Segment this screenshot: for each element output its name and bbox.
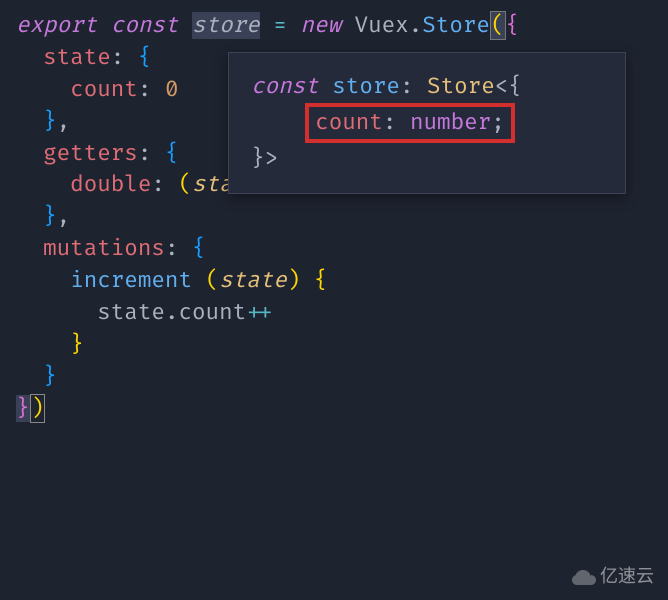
colon: : [151,171,165,198]
tt-keyword-const: const [251,73,319,100]
intellisense-tooltip: const store: Store<{ count: number; }> [228,52,626,194]
code-line-7: }, [16,201,652,233]
comma: , [57,203,71,230]
prop-getters: getters [43,140,138,167]
brace-close: } [43,363,57,390]
paren-open: ( [178,171,192,198]
highlighted-type-annotation: count: number; [305,103,515,143]
brace-open: { [314,267,328,294]
prop-count: count [70,76,138,103]
brace-open: { [165,140,179,167]
comma: , [57,108,71,135]
number-literal: 0 [165,76,179,103]
code-line-11: } [16,329,652,361]
brace-close: } [70,331,84,358]
tt-brace-open: { [508,73,522,100]
paren-close-matched: ) [30,394,46,423]
operator-eq: = [273,12,287,39]
brace-open: { [138,44,152,71]
dot: . [409,12,423,39]
tt-angle-close: > [265,145,279,172]
prop-state: state [43,44,111,71]
variable-store: store [192,12,260,39]
code-line-10: state.count++ [16,297,652,329]
colon: : [138,76,152,103]
tt-type-store: Store [427,73,495,100]
code-line-1: export const store = new Vuex.Store({ [16,10,652,42]
tooltip-line-3: }> [251,143,603,175]
param-state: state [219,267,287,294]
operator-inc: ++ [246,299,273,326]
tt-colon: : [400,73,414,100]
code-line-9: increment (state) { [16,265,652,297]
paren-close: ) [287,267,301,294]
tt-brace-close: } [251,145,265,172]
brace-open: { [192,235,206,262]
brace-close: } [43,203,57,230]
keyword-new: new [300,12,341,39]
colon: : [111,44,125,71]
namespace-vuex: Vuex [355,12,409,39]
function-increment: increment [70,267,192,294]
class-store: Store [422,12,490,39]
tooltip-line-2: count: number; [251,103,603,143]
watermark: 亿速云 [572,564,654,590]
code-line-13: }) [16,393,652,425]
tt-semicolon: ; [491,109,505,136]
tt-type-number: number [410,109,491,136]
brace-open: { [506,12,520,39]
keyword-export: export [16,12,97,39]
tt-colon: : [383,109,397,136]
code-line-8: mutations: { [16,233,652,265]
tt-prop-count: count [315,109,383,136]
tooltip-line-1: const store: Store<{ [251,71,603,103]
brace-close: } [16,395,30,422]
tt-angle-open: < [495,73,509,100]
dot: . [165,299,179,326]
brace-close: } [43,108,57,135]
keyword-const: const [111,12,179,39]
colon: : [165,235,179,262]
prop-double: double [70,171,151,198]
colon: : [138,140,152,167]
paren-open-matched: ( [490,11,506,40]
watermark-text: 亿速云 [600,564,654,590]
paren-open: ( [206,267,220,294]
code-line-12: } [16,361,652,393]
cloud-icon [572,568,596,586]
member-count: count [178,299,246,326]
object-state: state [97,299,165,326]
tt-variable: store [332,73,400,100]
prop-mutations: mutations [43,235,165,262]
